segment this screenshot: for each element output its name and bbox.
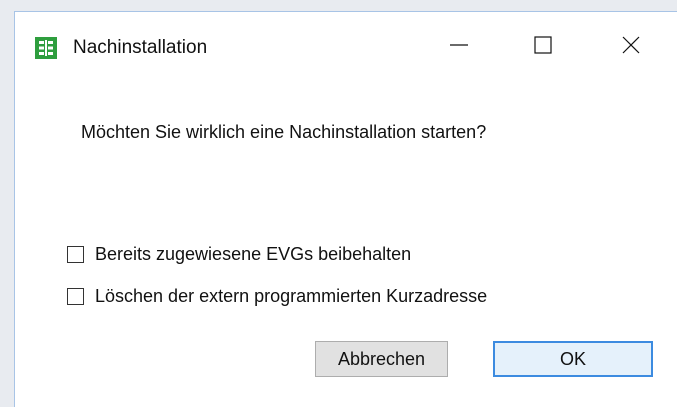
close-icon	[621, 35, 641, 60]
window-title: Nachinstallation	[73, 37, 208, 58]
dialog-window: Nachinstallation Möchten Sie wirklich ei…	[14, 11, 677, 407]
option-delete-short-address[interactable]: Löschen der extern programmierten Kurzad…	[67, 285, 487, 307]
keep-evgs-checkbox[interactable]	[67, 245, 84, 263]
grid-app-icon	[35, 37, 57, 59]
close-button[interactable]	[609, 30, 653, 64]
maximize-button[interactable]	[521, 30, 565, 64]
keep-evgs-label[interactable]: Bereits zugewiesene EVGs beibehalten	[95, 243, 411, 265]
maximize-icon	[533, 35, 553, 60]
delete-short-address-checkbox[interactable]	[67, 287, 84, 305]
minimize-icon	[449, 35, 469, 60]
option-keep-assigned-evgs[interactable]: Bereits zugewiesene EVGs beibehalten	[67, 243, 411, 265]
cancel-button[interactable]: Abbrechen	[315, 341, 448, 377]
minimize-button[interactable]	[437, 30, 481, 64]
confirmation-message: Möchten Sie wirklich eine Nachinstallati…	[81, 122, 487, 142]
ok-button[interactable]: OK	[493, 341, 653, 377]
title-bar[interactable]: Nachinstallation	[15, 12, 677, 76]
delete-short-address-label[interactable]: Löschen der extern programmierten Kurzad…	[95, 285, 487, 307]
